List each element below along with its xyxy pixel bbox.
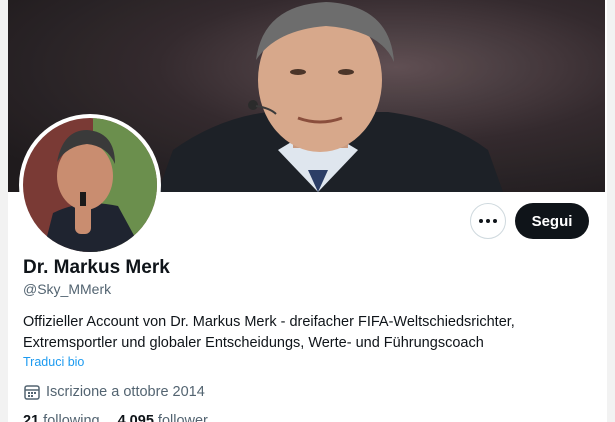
following-count: 21 xyxy=(23,413,40,422)
followers-label: follower xyxy=(157,413,208,422)
following-link[interactable]: 21 following xyxy=(23,413,100,422)
followers-count: 4.095 xyxy=(117,413,154,422)
calendar-icon xyxy=(23,383,41,401)
avatar-photo xyxy=(23,118,157,252)
profile-page: Segui Dr. Markus Merk @Sky_MMerk Offizie… xyxy=(0,0,615,422)
join-date: Iscrizione a ottobre 2014 xyxy=(23,383,205,401)
more-options-button[interactable] xyxy=(470,203,506,239)
followers-link[interactable]: 4.095 follower xyxy=(118,413,208,422)
right-gutter xyxy=(607,0,615,422)
profile-bio: Offizieller Account von Dr. Markus Merk … xyxy=(23,314,515,351)
profile-handle: @Sky_MMerk xyxy=(23,281,112,297)
following-label: following xyxy=(43,413,100,422)
translate-bio-link[interactable]: Traduci bio xyxy=(23,355,84,369)
join-date-text: Iscrizione a ottobre 2014 xyxy=(46,384,205,400)
more-horizontal-icon xyxy=(479,219,497,223)
profile-avatar[interactable] xyxy=(19,114,161,256)
follow-button[interactable]: Segui xyxy=(515,203,589,239)
profile-name: Dr. Markus Merk xyxy=(23,257,170,278)
left-gutter xyxy=(0,0,8,422)
follow-counts: 21 following 4.095 follower xyxy=(23,413,208,422)
